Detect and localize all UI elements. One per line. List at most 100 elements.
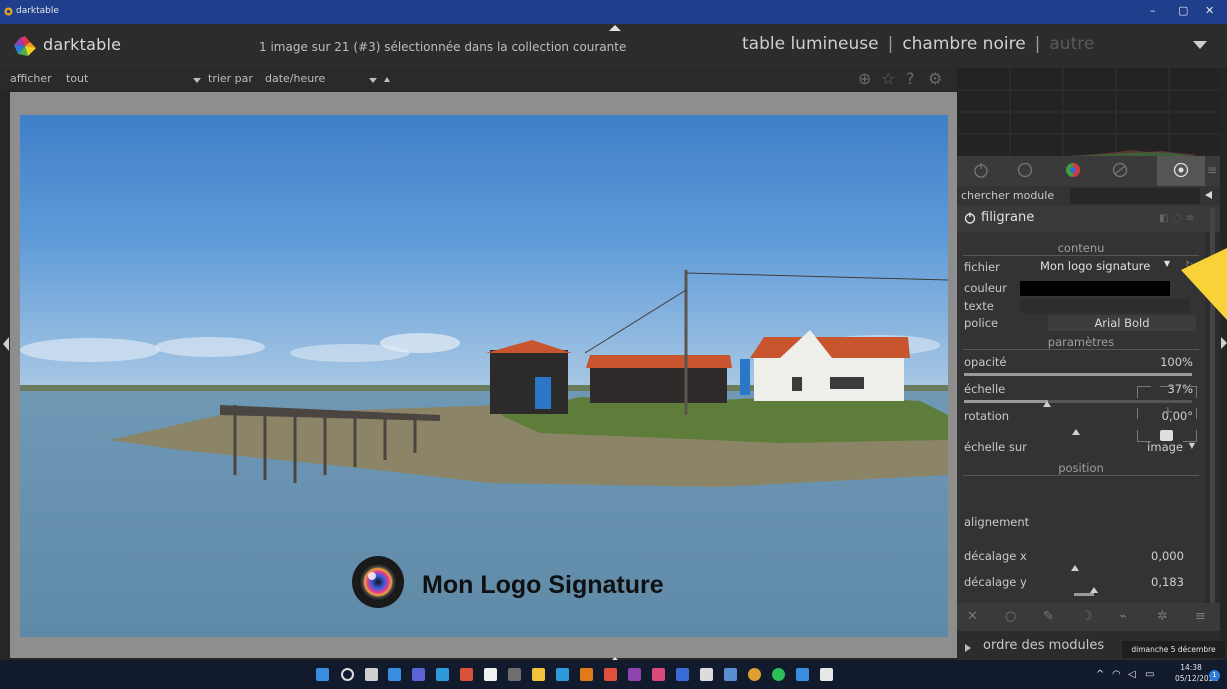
star-icon[interactable]: ☆ [881,69,895,88]
chevron-up-icon[interactable]: ^ [1096,669,1104,680]
file-value[interactable]: Mon logo signature [1040,259,1150,273]
minimize-button[interactable]: – [1150,4,1156,17]
align-top-center[interactable] [1160,386,1173,398]
clear-search-icon[interactable] [1205,191,1212,199]
edited-image[interactable]: Mon Logo Signature [20,115,948,637]
task-view-icon[interactable] [365,668,378,681]
align-middle-left[interactable] [1137,408,1151,419]
font-field[interactable]: Arial Bold [1048,315,1196,331]
file-explorer-icon[interactable] [532,668,545,681]
mail-icon[interactable] [556,668,569,681]
color-wheel-icon[interactable] [1065,162,1081,178]
pencil-icon[interactable]: ✎ [1043,609,1054,624]
help-icon[interactable]: ? [906,69,915,88]
align-bottom-left[interactable] [1137,430,1151,442]
whatsapp-icon[interactable] [772,668,785,681]
module-enable-icon[interactable] [964,212,976,224]
notification-badge[interactable]: 1 [1209,670,1220,681]
app-photo-icon[interactable] [724,668,737,681]
clock[interactable]: 14:38 05/12/2021 [1175,662,1218,684]
text-field[interactable] [1020,299,1190,313]
show-filter-value[interactable]: tout [66,72,88,85]
battery-icon[interactable]: ▭ [1145,669,1154,680]
app-red-icon[interactable] [460,668,473,681]
app-white-icon[interactable] [700,668,713,681]
settings-icon[interactable]: ⚙ [928,69,942,88]
darktable-logo-icon [14,36,36,56]
align-middle-right[interactable] [1183,408,1197,419]
align-top-left[interactable] [1137,386,1151,398]
power-icon[interactable] [973,162,989,178]
scale-label: échelle [964,382,1006,396]
circle-icon[interactable] [1017,162,1033,178]
app-grey-icon[interactable] [508,668,521,681]
multi-instance-icon[interactable]: ◧ [1159,213,1168,224]
scale-on-label: échelle sur [964,440,1027,454]
search-input[interactable] [1070,188,1200,204]
expand-icon[interactable] [965,644,971,652]
search-label: chercher module [961,189,1055,202]
color-swatch[interactable] [1020,281,1170,296]
offset-x-marker[interactable] [1071,565,1079,571]
app-l-icon[interactable] [436,668,449,681]
darktable-task-icon[interactable] [628,668,641,681]
rotation-marker[interactable] [1072,429,1080,435]
sort-dropdown-icon[interactable] [369,78,377,83]
view-darkroom[interactable]: chambre noire [902,34,1025,54]
sort-value[interactable]: date/heure [265,72,325,85]
align-bottom-center[interactable] [1160,430,1173,441]
chat-icon[interactable] [412,668,425,681]
volume-icon[interactable]: ◁ [1128,669,1136,680]
offset-y-slider[interactable] [1074,593,1094,596]
firefox-icon[interactable] [604,668,617,681]
file-dropdown-icon[interactable]: ▼ [1164,259,1170,268]
opacity-slider[interactable] [964,373,1192,376]
start-icon[interactable] [316,668,329,681]
app-doc-icon[interactable] [484,668,497,681]
correct-icon[interactable] [1112,162,1128,178]
wifi-icon[interactable]: ◠ [1112,669,1121,680]
app-blue2-icon[interactable] [796,668,809,681]
view-separator: | [1034,34,1041,54]
close-button[interactable]: ✕ [1205,4,1214,17]
view-lighttable[interactable]: table lumineuse [742,34,879,54]
moon-icon[interactable]: ☽ [1081,609,1093,624]
align-center[interactable] [1160,404,1174,420]
app-blue-icon[interactable] [676,668,689,681]
offset-y-fill [1074,593,1094,596]
align-top-right[interactable] [1183,386,1197,398]
grouping-icon[interactable]: ⊕ [858,69,871,88]
menu-icon[interactable]: ≡ [1195,609,1206,624]
app-doc2-icon[interactable] [820,668,833,681]
collapse-top-panel-icon[interactable] [609,25,621,31]
align-bottom-right[interactable] [1183,430,1197,442]
view-other[interactable]: autre [1049,34,1094,54]
offset-y-marker[interactable] [1090,587,1098,593]
chrome-icon[interactable] [748,668,761,681]
color-label: couleur [964,281,1007,295]
effects-icon[interactable] [1173,162,1189,178]
scale-fill [964,400,1048,403]
expand-left-panel-icon[interactable] [3,337,9,351]
views-dropdown-icon[interactable] [1193,41,1207,49]
collection-info: 1 image sur 21 (#3) sélectionnée dans la… [259,40,627,54]
app-pink-icon[interactable] [652,668,665,681]
histogram[interactable] [957,68,1220,156]
circle-icon[interactable]: ○ [1005,609,1016,624]
widgets-icon[interactable] [388,668,401,681]
reset-icon[interactable]: ◌ [1173,213,1182,224]
search-icon[interactable] [341,668,354,681]
module-header[interactable]: filigrane ◧ ◌ ≡ [957,206,1220,232]
scale-marker[interactable] [1043,401,1051,407]
presets-icon[interactable]: ≡ [1186,213,1194,224]
brush-icon[interactable]: ⌁ [1119,609,1127,624]
collapse-right-panel-icon[interactable] [1221,337,1227,349]
vlc-icon[interactable] [580,668,593,681]
opacity-fill [964,373,1192,376]
show-filter-dropdown-icon[interactable] [193,78,201,83]
maximize-button[interactable]: ▢ [1178,4,1188,17]
sort-order-icon[interactable] [384,77,390,82]
gear-icon[interactable]: ✲ [1157,609,1168,624]
close-all-icon[interactable]: ✕ [967,609,978,624]
menu-icon[interactable]: ≡ [1207,163,1217,177]
